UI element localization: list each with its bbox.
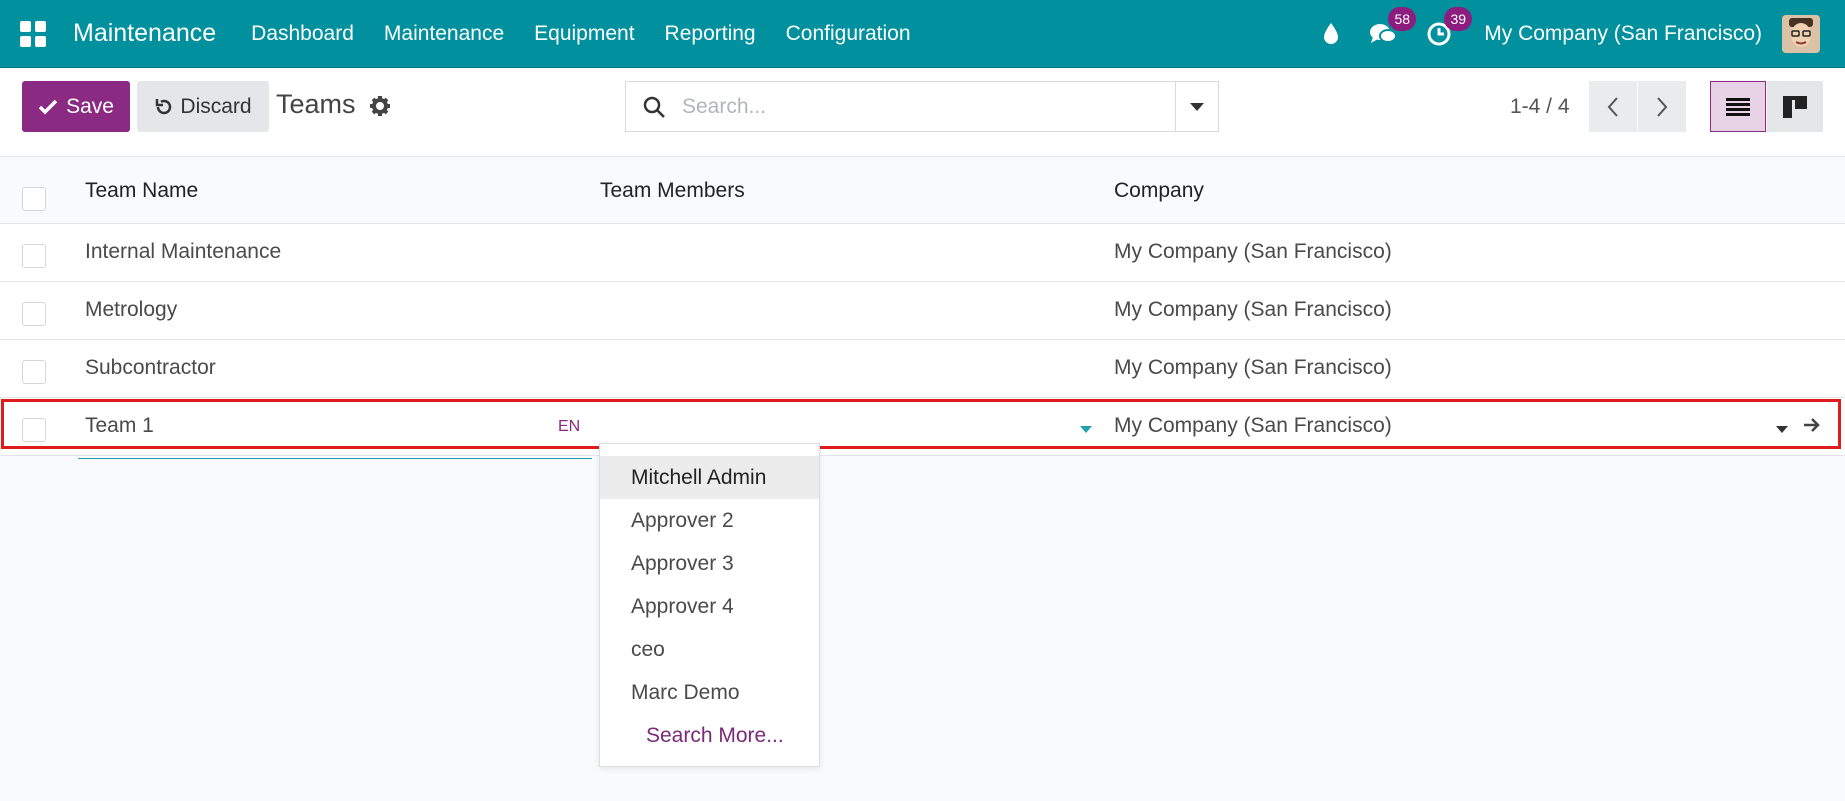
dropdown-item[interactable]: Approver 2 xyxy=(600,499,819,542)
kanban-view-button[interactable] xyxy=(1767,81,1823,132)
apps-grid-icon[interactable] xyxy=(20,20,46,47)
discard-button[interactable]: Discard xyxy=(137,81,269,132)
activities-badge: 39 xyxy=(1444,7,1473,31)
discard-label: Discard xyxy=(180,94,252,118)
search-options-toggle[interactable] xyxy=(1175,81,1219,132)
team-name-input[interactable]: Team 1 xyxy=(85,414,154,438)
droplet-icon[interactable] xyxy=(1316,19,1346,49)
avatar[interactable] xyxy=(1782,15,1820,53)
row-checkbox[interactable] xyxy=(22,302,46,326)
gear-icon[interactable] xyxy=(369,95,391,122)
column-team-name[interactable]: Team Name xyxy=(85,179,198,203)
members-dropdown-caret-icon[interactable] xyxy=(1080,426,1092,433)
undo-icon xyxy=(156,98,172,114)
activity-clock-icon[interactable]: 39 xyxy=(1424,7,1473,49)
select-all-checkbox[interactable] xyxy=(22,187,46,211)
language-button[interactable]: EN xyxy=(558,418,580,436)
pager-previous-button[interactable] xyxy=(1589,81,1637,132)
messages-badge: 58 xyxy=(1388,7,1417,31)
list-view-button[interactable] xyxy=(1710,81,1766,132)
table-row[interactable]: Subcontractor My Company (San Francisco) xyxy=(0,340,1845,398)
table-row[interactable]: Internal Maintenance My Company (San Fra… xyxy=(0,224,1845,282)
save-label: Save xyxy=(66,94,114,118)
company-input[interactable]: My Company (San Francisco) xyxy=(1114,414,1392,438)
company-switcher[interactable]: My Company (San Francisco) xyxy=(1484,22,1762,46)
dropdown-item[interactable]: Approver 4 xyxy=(600,585,819,628)
control-panel: Save Discard Teams 1-4 / 4 xyxy=(0,69,1845,157)
column-team-members[interactable]: Team Members xyxy=(600,179,745,203)
row-checkbox[interactable] xyxy=(22,244,46,268)
teams-list: Team Name Team Members Company Internal … xyxy=(0,157,1845,456)
editing-row[interactable]: Team 1 My Company (San Francisco) xyxy=(0,398,1845,456)
company-cell[interactable]: My Company (San Francisco) xyxy=(1114,240,1392,264)
chat-icon[interactable]: 58 xyxy=(1368,7,1417,49)
chevron-left-icon xyxy=(1607,96,1618,117)
company-cell[interactable]: My Company (San Francisco) xyxy=(1114,356,1392,380)
arrow-right-icon[interactable] xyxy=(1802,416,1822,439)
row-checkbox[interactable] xyxy=(22,418,46,442)
row-checkbox[interactable] xyxy=(22,360,46,384)
list-icon xyxy=(1726,97,1750,116)
search-input[interactable] xyxy=(682,94,1162,119)
column-company[interactable]: Company xyxy=(1114,179,1204,203)
menu-reporting[interactable]: Reporting xyxy=(650,22,771,46)
caret-down-icon xyxy=(1190,102,1204,111)
page-title: Teams xyxy=(276,89,356,119)
table-row[interactable]: Metrology My Company (San Francisco) xyxy=(0,282,1845,340)
dropdown-item[interactable]: Approver 3 xyxy=(600,542,819,585)
check-icon xyxy=(38,99,58,114)
menu-maintenance[interactable]: Maintenance xyxy=(369,22,519,46)
members-autocomplete-dropdown: Mitchell Admin Approver 2 Approver 3 App… xyxy=(599,443,820,767)
company-cell[interactable]: My Company (San Francisco) xyxy=(1114,298,1392,322)
kanban-icon xyxy=(1783,95,1807,118)
navbar-systray: 58 39 My Company (San Francisco) xyxy=(1316,0,1845,68)
team-name-cell[interactable]: Internal Maintenance xyxy=(85,240,281,264)
search-icon xyxy=(643,96,665,118)
team-name-cell[interactable]: Subcontractor xyxy=(85,356,216,380)
main-menu: Dashboard Maintenance Equipment Reportin… xyxy=(236,22,925,46)
app-brand[interactable]: Maintenance xyxy=(73,19,216,48)
save-button[interactable]: Save xyxy=(22,81,130,132)
dropdown-item[interactable]: ceo xyxy=(600,628,819,671)
search-more-link[interactable]: Search More... xyxy=(600,714,819,757)
top-navbar: Maintenance Dashboard Maintenance Equipm… xyxy=(0,0,1845,68)
menu-configuration[interactable]: Configuration xyxy=(771,22,926,46)
chevron-right-icon xyxy=(1657,96,1668,117)
menu-equipment[interactable]: Equipment xyxy=(519,22,649,46)
menu-dashboard[interactable]: Dashboard xyxy=(236,22,369,46)
pager-value[interactable]: 1-4 / 4 xyxy=(1510,95,1570,119)
pager-next-button[interactable] xyxy=(1638,81,1686,132)
name-field-underline xyxy=(78,458,592,459)
list-header: Team Name Team Members Company xyxy=(0,157,1845,224)
dropdown-item[interactable]: Marc Demo xyxy=(600,671,819,714)
dropdown-item[interactable]: Mitchell Admin xyxy=(600,456,819,499)
search-box xyxy=(625,81,1175,132)
company-dropdown-caret-icon[interactable] xyxy=(1776,426,1788,433)
team-name-cell[interactable]: Metrology xyxy=(85,298,177,322)
